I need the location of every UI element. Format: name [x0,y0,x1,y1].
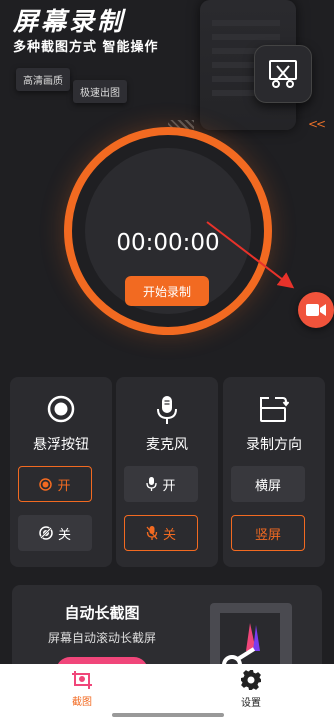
card-label: 录制方向 [246,437,302,453]
option-label: 横屏 [254,478,281,494]
nav-tab-settings[interactable]: 设置 [211,664,291,714]
nav-tab-screenshot[interactable]: 截图 [42,664,122,714]
video-camera-icon [306,304,326,316]
landscape-button[interactable]: 横屏 [231,466,305,502]
screenshot-icon [72,671,92,689]
floating-record-button[interactable] [298,292,334,328]
option-label: 竖屏 [254,527,281,543]
float-on-button[interactable]: 开 [18,466,92,502]
card-floating-button: 悬浮按钮 开 关 [10,377,112,567]
card-label: 麦克风 [146,437,188,453]
microphone-mute-icon [146,526,158,540]
gear-icon [241,670,261,690]
mic-off-button[interactable]: 关 [124,515,198,551]
card-record-orientation: 录制方向 横屏 竖屏 [223,377,325,567]
microphone-icon [116,395,218,425]
card-label: 悬浮按钮 [33,437,89,453]
arrow-to-float-button [206,221,295,289]
home-indicator[interactable] [112,713,224,717]
float-off-button[interactable]: 关 [18,515,92,551]
option-label: 关 [162,527,176,543]
nav-label: 设置 [241,698,261,709]
mic-on-button[interactable]: 开 [124,466,198,502]
record-icon [10,395,112,423]
rotate-screen-icon [223,395,325,423]
record-dot-icon [39,477,53,491]
nav-label: 截图 [72,697,92,708]
promo-title: 自动长截图 [64,604,140,622]
microphone-small-icon [146,477,158,491]
promo-subtitle: 屏幕自动滚动长截屏 [47,631,156,645]
option-label: 关 [57,527,71,543]
card-microphone: 麦克风 开 关 [116,377,218,567]
portrait-button[interactable]: 竖屏 [231,515,305,551]
record-off-icon [39,526,53,540]
option-label: 开 [57,478,71,494]
option-label: 开 [162,478,176,494]
bottom-navigation: 截图 设置 [0,664,334,720]
